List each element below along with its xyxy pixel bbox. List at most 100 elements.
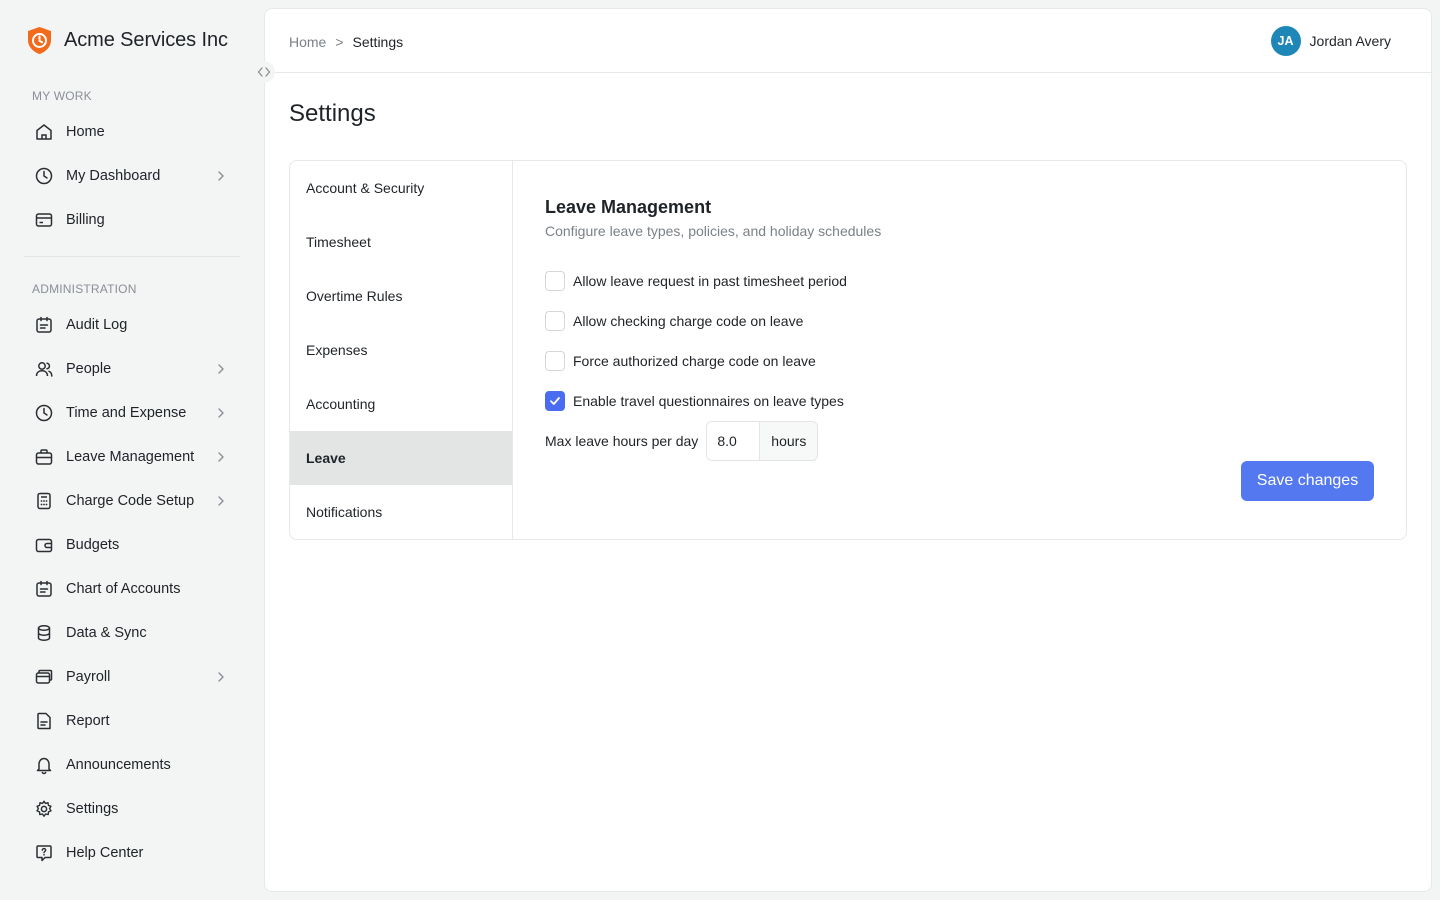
payroll-icon [34, 667, 54, 687]
breadcrumb-current: Settings [352, 34, 404, 50]
leave-settings-panel: Leave Management Configure leave types, … [513, 161, 1406, 539]
sidebar-item-label: My Dashboard [66, 168, 161, 184]
sidebar-item-label: Time and Expense [66, 405, 187, 421]
sidebar-item-chart-of-accounts[interactable]: Chart of Accounts [24, 569, 240, 609]
hours-unit-addon: hours [759, 422, 818, 460]
home-icon [34, 122, 54, 142]
breadcrumb-home[interactable]: Home [289, 34, 326, 50]
checkbox-label: Allow checking charge code on leave [573, 313, 804, 329]
sidebar-item-people[interactable]: People [24, 349, 240, 389]
sidebar-item-settings[interactable]: Settings [24, 789, 240, 829]
sidebar-item-leave-management[interactable]: Leave Management [24, 437, 240, 477]
checkbox[interactable] [545, 351, 565, 371]
users-icon [34, 359, 54, 379]
calendar-icon [34, 315, 54, 335]
tab-account-security[interactable]: Account & Security [290, 161, 512, 215]
briefcase-icon [34, 447, 54, 467]
sidebar-item-label: Help Center [66, 845, 144, 861]
max-leave-hours-row: Max leave hours per day hours [545, 421, 819, 461]
sidebar-item-time-and-expense[interactable]: Time and Expense [24, 393, 240, 433]
sidebar-item-payroll[interactable]: Payroll [24, 657, 240, 697]
checkbox[interactable] [545, 311, 565, 331]
user-menu[interactable]: JA Jordan Avery [1270, 26, 1391, 56]
max-leave-hours-input[interactable] [707, 422, 760, 460]
chevron-right-icon [214, 494, 228, 508]
shield-clock-icon [26, 26, 53, 55]
collapse-sidebar-toggle[interactable] [253, 61, 275, 83]
wallet-icon [34, 535, 54, 555]
database-icon [34, 623, 54, 643]
sidebar-item-label: Data & Sync [66, 625, 147, 641]
checkbox-label: Force authorized charge code on leave [573, 353, 816, 369]
billing-icon [34, 210, 54, 230]
bell-icon [34, 755, 54, 775]
sidebar-item-label: Announcements [66, 757, 171, 773]
sidebar-item-billing[interactable]: Billing [24, 200, 240, 240]
option-past-timesheet-leave[interactable]: Allow leave request in past timesheet pe… [545, 271, 847, 291]
sidebar-item-label: Budgets [66, 537, 120, 553]
brand[interactable]: Acme Services Inc [26, 26, 228, 55]
breadcrumb: Home > Settings [289, 34, 403, 50]
sidebar-item-charge-code-setup[interactable]: Charge Code Setup [24, 481, 240, 521]
sidebar-item-label: Payroll [66, 669, 111, 685]
sidebar-item-label: Charge Code Setup [66, 493, 195, 509]
clock-icon [34, 403, 54, 423]
sidebar-item-label: Leave Management [66, 449, 195, 465]
chevron-right-icon [214, 670, 228, 684]
tab-expenses[interactable]: Expenses [290, 323, 512, 377]
sidebar-item-label: Chart of Accounts [66, 581, 181, 597]
main-content: Home > Settings JA Jordan Avery Settings… [264, 8, 1432, 892]
panel-title: Leave Management [545, 197, 712, 217]
tab-timesheet[interactable]: Timesheet [290, 215, 512, 269]
gear-icon [34, 799, 54, 819]
report-icon [34, 711, 54, 731]
clock-icon [34, 166, 54, 186]
sidebar-item-data-and-sync[interactable]: Data & Sync [24, 613, 240, 653]
tab-leave[interactable]: Leave [290, 431, 512, 485]
top-bar: Home > Settings JA Jordan Avery [265, 9, 1431, 73]
section-label-my-work: MY WORK [32, 89, 92, 103]
sidebar-item-label: Home [66, 124, 105, 140]
option-check-charge-code[interactable]: Allow checking charge code on leave [545, 311, 803, 331]
settings-card: Account & Security Timesheet Overtime Ru… [289, 160, 1407, 540]
checkbox-label: Enable travel questionnaires on leave ty… [573, 393, 844, 409]
checkbox-checked[interactable] [545, 391, 565, 411]
sidebar-item-label: Settings [66, 801, 119, 817]
checkbox-label: Allow leave request in past timesheet pe… [573, 273, 847, 289]
avatar: JA [1270, 26, 1301, 56]
calculator-icon [34, 491, 54, 511]
sidebar-item-announcements[interactable]: Announcements [24, 745, 240, 785]
max-leave-hours-label: Max leave hours per day [545, 433, 699, 449]
sidebar-item-my-dashboard[interactable]: My Dashboard [24, 156, 240, 196]
code-brackets-icon [257, 66, 271, 78]
save-changes-button[interactable]: Save changes [1241, 461, 1374, 501]
brand-name: Acme Services Inc [64, 29, 228, 51]
section-label-administration: ADMINISTRATION [32, 282, 137, 296]
tab-overtime-rules[interactable]: Overtime Rules [290, 269, 512, 323]
sidebar-item-help-center[interactable]: Help Center [24, 833, 240, 873]
sidebar-item-budgets[interactable]: Budgets [24, 525, 240, 565]
calendar-icon [34, 579, 54, 599]
tab-accounting[interactable]: Accounting [290, 377, 512, 431]
settings-tabs: Account & Security Timesheet Overtime Ru… [290, 161, 513, 539]
option-force-authorized-charge-code[interactable]: Force authorized charge code on leave [545, 351, 816, 371]
checkbox[interactable] [545, 271, 565, 291]
sidebar-item-report[interactable]: Report [24, 701, 240, 741]
chevron-right-icon [214, 406, 228, 420]
sidebar-item-label: Billing [66, 212, 105, 228]
page-title: Settings [289, 100, 376, 127]
chevron-right-icon [214, 450, 228, 464]
breadcrumb-separator: > [335, 34, 344, 50]
sidebar-item-label: Audit Log [66, 317, 128, 333]
option-travel-questionnaires[interactable]: Enable travel questionnaires on leave ty… [545, 391, 844, 411]
panel-subtitle: Configure leave types, policies, and hol… [545, 223, 882, 239]
sidebar-item-home[interactable]: Home [24, 112, 240, 152]
checkmark-icon [548, 394, 562, 408]
max-leave-hours-group: hours [706, 421, 819, 461]
chevron-right-icon [214, 169, 228, 183]
sidebar-divider [24, 256, 240, 257]
sidebar-item-label: Report [66, 713, 110, 729]
tab-notifications[interactable]: Notifications [290, 485, 512, 539]
sidebar-item-audit-log[interactable]: Audit Log [24, 305, 240, 345]
chevron-right-icon [214, 362, 228, 376]
